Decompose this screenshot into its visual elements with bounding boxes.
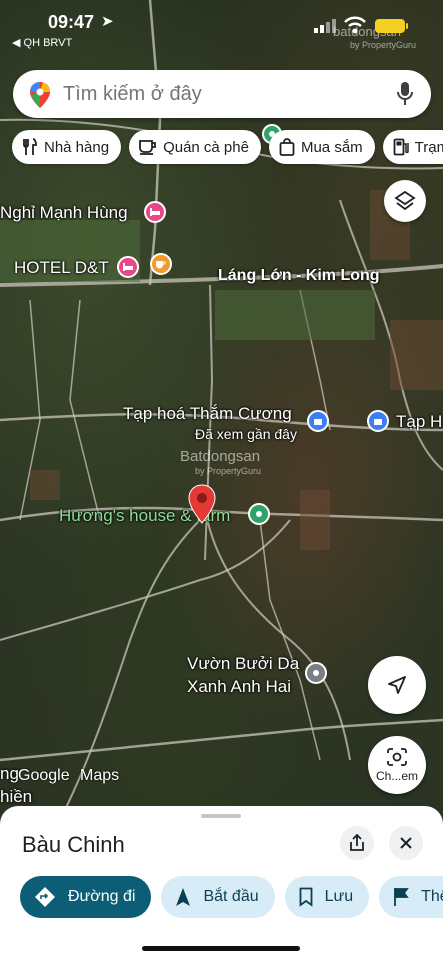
directions-label: Đường đi [68,888,136,905]
lens-button[interactable]: Ch...em [368,736,426,794]
share-button[interactable] [340,826,374,860]
poi-label-tap-hoa-2[interactable]: Tạp H [396,412,442,432]
watermark-top-sub: by PropertyGuru [350,40,417,50]
shopping-icon[interactable] [307,410,329,432]
directions-icon [35,887,55,907]
poi-label-left-1: ng [0,764,19,783]
flag-icon [394,888,409,906]
save-label: Lưu [324,888,354,905]
poi-label-left-2: hiền [0,787,33,806]
park-icon[interactable] [248,503,270,525]
road-label: Láng Lớn - Kim Long [218,267,380,284]
search-input[interactable] [63,78,383,110]
add-label-label: Thê [421,888,443,905]
search-bar[interactable] [13,70,431,118]
chip-shopping[interactable]: Mua sắm [268,130,375,164]
recently-viewed-label: Đã xem gần đây [195,426,297,442]
lens-label: Ch...em [375,769,418,783]
chip-coffee[interactable]: Quán cà phê [129,130,261,164]
location-arrow-icon: ➤ [101,13,114,30]
directions-button[interactable]: Đường đi [20,876,152,918]
chip-gas-station[interactable]: Trạm [382,130,443,164]
microphone-icon[interactable] [396,81,414,107]
gas-station-icon [393,138,409,156]
start-button[interactable]: Bắt đầu [161,876,275,918]
google-logo: Google [18,767,70,784]
close-button[interactable] [389,826,423,860]
chip-label: Mua sắm [300,138,363,156]
cafe-icon[interactable] [150,253,172,275]
share-icon [350,834,364,851]
google-maps-pin-icon [30,82,50,108]
start-label: Bắt đầu [203,888,259,905]
poi-label-tap-hoa[interactable]: Tạp hoá Thắm Cương [123,404,292,424]
navigation-arrow-icon [388,676,406,694]
clock: 09:47 [48,12,95,32]
bookmark-icon [299,887,313,907]
coffee-icon [139,140,156,155]
layers-button[interactable] [384,180,426,222]
status-bar: 09:47 ➤ ◀ QH BRVT [0,0,443,49]
navigation-start-icon [176,888,191,906]
place-title: Bàu Chinh [22,832,125,857]
store-icon[interactable] [367,410,389,432]
wifi-icon [344,16,366,34]
action-row: Đường đi Bắt đầu Lưu Thê [20,876,443,918]
restaurant-icon [23,138,37,155]
poi-label-vuon-buoi-1[interactable]: Vườn Bưởi Da [187,654,299,674]
battery-icon [375,19,408,33]
hotel-icon[interactable] [117,256,139,278]
location-pin-icon[interactable] [188,484,216,524]
home-indicator[interactable] [142,946,300,951]
place-bottom-sheet[interactable]: Bàu Chinh Đường đi Bắt đầu Lưu Th [0,806,443,960]
chip-label: Nhà hàng [44,138,110,156]
camera-lens-icon [387,748,407,766]
shopping-bag-icon [279,138,295,156]
chip-restaurants[interactable]: Nhà hàng [12,130,122,164]
my-location-button[interactable] [368,656,426,714]
watermark-center-sub: by PropertyGuru [195,466,262,476]
close-icon [400,837,412,849]
chip-label: Trạm [414,138,443,156]
maps-logo: Maps [80,767,120,784]
save-button[interactable]: Lưu [284,876,370,918]
chip-label: Quán cà phê [163,138,249,156]
drag-handle[interactable] [201,814,241,818]
cellular-signal-icon [314,19,336,33]
poi-label-hotel-dt[interactable]: HOTEL D&T [14,258,109,278]
layers-icon [394,190,416,211]
category-chips: Nhà hàng Quán cà phê Mua sắm Trạm [12,130,443,164]
poi-label-nghi-manh-hung[interactable]: Nghỉ Mạnh Hùng [0,203,128,223]
hotel-icon[interactable] [144,201,166,223]
place-icon[interactable] [305,662,327,684]
back-to-app[interactable]: ◀ QH BRVT [12,36,72,49]
watermark-center: Batdongsan [180,448,261,465]
poi-label-vuon-buoi-2[interactable]: Xanh Anh Hai [187,677,291,697]
add-label-button[interactable]: Thê [379,876,443,918]
